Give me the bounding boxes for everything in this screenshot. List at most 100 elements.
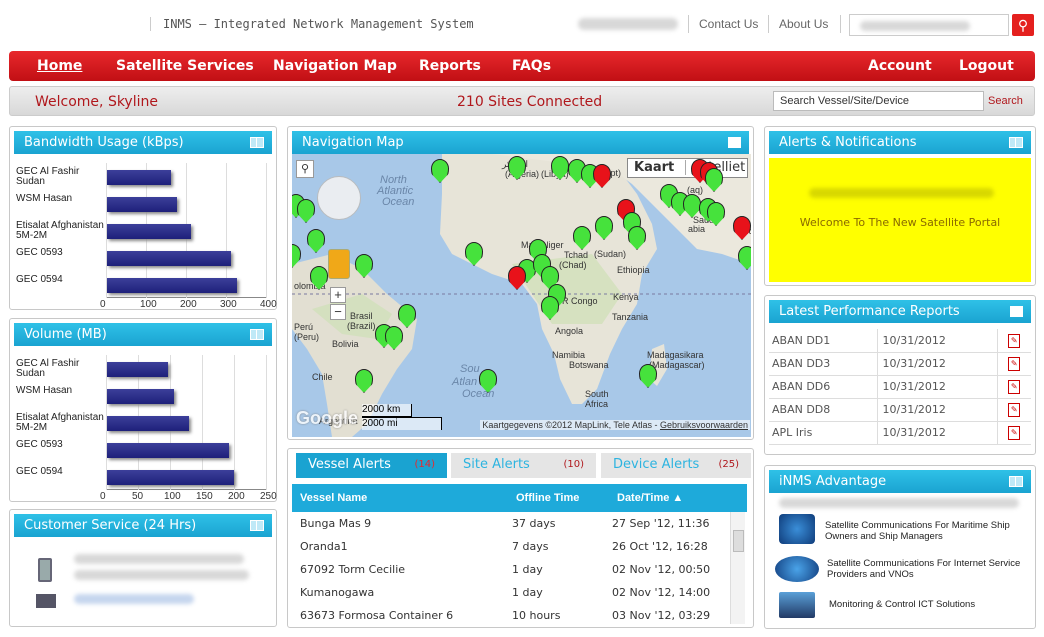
scrollbar[interactable] xyxy=(730,512,745,624)
bar[interactable] xyxy=(107,278,237,293)
email-blurred[interactable] xyxy=(74,594,194,604)
cell-vessel-name: Bunga Mas 9 xyxy=(300,517,372,530)
cell-report-date: 10/31/2012 xyxy=(877,398,998,422)
table-row[interactable]: ABAN DD1 10/31/2012 ✎ xyxy=(769,329,1031,353)
gridline xyxy=(234,355,235,490)
bar-label: GEC 0593 xyxy=(16,247,63,258)
nav-navigation-map[interactable]: Navigation Map xyxy=(273,58,397,74)
nav-logout[interactable]: Logout xyxy=(959,58,1014,74)
welcome-bar: Welcome, Skyline 210 Sites Connected Sea… xyxy=(9,86,1035,116)
phone-blurred xyxy=(74,554,244,564)
nav-faqs[interactable]: FAQs xyxy=(512,58,551,74)
pdf-icon[interactable]: ✎ xyxy=(997,352,1031,376)
tab-device-alerts[interactable]: Device Alerts (25) xyxy=(601,453,751,478)
volume-chart: 0 50 100 150 200 250 GEC Al Fashir Sudan WSM Ha… xyxy=(14,351,277,502)
table-row[interactable]: ABAN DD8 10/31/2012 ✎ xyxy=(769,398,1031,422)
bar[interactable] xyxy=(107,389,175,404)
about-us-link[interactable]: About Us xyxy=(779,17,828,31)
vessel-search-input[interactable]: Search Vessel/Site/Device xyxy=(773,91,984,111)
nav-home[interactable]: Home xyxy=(37,58,82,74)
table-row[interactable]: Oranda1 7 days 26 Oct '12, 16:28 xyxy=(292,535,730,558)
bar-label: Etisalat Afghanistan 5M-2M xyxy=(16,412,104,433)
zoom-in-button[interactable]: + xyxy=(330,287,346,303)
bar[interactable] xyxy=(107,197,177,212)
advantage-panel: iNMS Advantage Satellite Communications … xyxy=(764,465,1036,629)
bar[interactable] xyxy=(107,170,171,185)
map-place-label: Botswana xyxy=(569,360,609,370)
notification-message: Welcome To The New Satellite Portal xyxy=(799,216,1001,229)
bar[interactable] xyxy=(107,224,191,239)
table-row[interactable]: 67092 Torm Cecilie 1 day 02 Nov '12, 00:50 xyxy=(292,558,730,581)
bar[interactable] xyxy=(107,470,234,485)
system-title: INMS – Integrated Network Management Sys… xyxy=(150,17,474,31)
tab-label: Site Alerts xyxy=(463,457,530,472)
alerts-table: Bunga Mas 9 37 days 27 Sep '12, 11:36 Orand… xyxy=(292,512,730,627)
expand-icon[interactable] xyxy=(1009,476,1023,487)
nav-account[interactable]: Account xyxy=(868,58,932,74)
table-row[interactable]: ABAN DD6 10/31/2012 ✎ xyxy=(769,375,1031,399)
bandwidth-panel: Bandwidth Usage (kBps) 0 100 200 300 400 GEC … xyxy=(9,126,277,310)
column-vessel-name[interactable]: Vessel Name xyxy=(300,492,367,504)
cell-date-time: 26 Oct '12, 16:28 xyxy=(612,540,708,553)
pdf-icon[interactable]: ✎ xyxy=(997,375,1031,399)
column-date-time[interactable]: Date/Time ▲ xyxy=(617,492,683,504)
advantage-item[interactable]: Satellite Communications For Maritime Sh… xyxy=(825,520,1025,542)
performance-panel: Latest Performance Reports ABAN DD1 10/31… xyxy=(764,295,1036,455)
map-canvas[interactable]: ⚲ + − Kaart Satelliet North Atlantic Ocean… xyxy=(292,154,751,437)
alerts-panel: Vessel Alerts (14) Site Alerts (10) Device… xyxy=(287,448,754,628)
cell-offline-time: 1 day xyxy=(512,563,543,576)
panel-title: iNMS Advantage xyxy=(779,474,887,489)
cell-date-time: 02 Nov '12, 14:00 xyxy=(612,586,711,599)
scrollbar-thumb[interactable] xyxy=(733,530,744,552)
customer-service-panel: Customer Service (24 Hrs) xyxy=(9,509,277,627)
maximize-icon[interactable] xyxy=(728,137,741,148)
tab-label: Device Alerts xyxy=(613,457,700,472)
map-place-label: South xyxy=(585,389,609,399)
expand-icon[interactable] xyxy=(250,137,264,148)
map-place-label: Africa xyxy=(585,399,609,409)
scale-km: 2000 km xyxy=(362,404,412,417)
contact-us-link[interactable]: Contact Us xyxy=(699,17,758,31)
advantage-item[interactable]: Satellite Communications For Internet Se… xyxy=(827,558,1027,580)
bar[interactable] xyxy=(107,251,231,266)
pdf-icon[interactable]: ✎ xyxy=(997,421,1031,445)
zoom-out-button[interactable]: − xyxy=(330,304,346,320)
map-attribution: Kaartgegevens ©2012 MapLink, Tele Atlas … xyxy=(480,420,750,430)
table-row[interactable]: 63673 Formosa Container 6 10 hours 03 Nov … xyxy=(292,604,730,627)
column-offline-time[interactable]: Offline Time xyxy=(516,492,579,504)
vessel-search-button[interactable]: Search xyxy=(988,95,1023,107)
tab-site-alerts[interactable]: Site Alerts (10) xyxy=(451,453,596,478)
advantage-header: iNMS Advantage xyxy=(769,470,1031,493)
bar[interactable] xyxy=(107,416,189,431)
table-row[interactable]: Bunga Mas 9 37 days 27 Sep '12, 11:36 xyxy=(292,512,730,535)
cell-vessel-name: Oranda1 xyxy=(300,540,348,553)
pdf-icon[interactable]: ✎ xyxy=(997,398,1031,422)
bar-label: Etisalat Afghanistan 5M-2M xyxy=(16,220,104,241)
terms-link[interactable]: Gebruiksvoorwaarden xyxy=(660,420,748,430)
nav-reports[interactable]: Reports xyxy=(419,58,481,74)
isp-icon xyxy=(775,556,819,582)
search-icon[interactable]: ⚲ xyxy=(1012,14,1034,36)
tab-vessel-alerts[interactable]: Vessel Alerts (14) xyxy=(296,453,447,478)
cell-report-name: ABAN DD8 xyxy=(769,398,878,422)
zoom-search-icon[interactable]: ⚲ xyxy=(296,160,314,178)
pan-control[interactable] xyxy=(317,176,361,220)
maritime-icon xyxy=(779,514,815,544)
expand-icon[interactable] xyxy=(1009,137,1023,148)
panel-title: Volume (MB) xyxy=(24,327,107,342)
pdf-icon[interactable]: ✎ xyxy=(997,329,1031,353)
tick-label: 300 xyxy=(220,299,237,310)
expand-icon[interactable] xyxy=(250,520,264,531)
table-row[interactable]: Kumanogawa 1 day 02 Nov '12, 14:00 xyxy=(292,581,730,604)
table-row[interactable]: ABAN DD3 10/31/2012 ✎ xyxy=(769,352,1031,376)
maximize-icon[interactable] xyxy=(1010,306,1023,317)
table-row[interactable]: APL Iris 10/31/2012 ✎ xyxy=(769,421,1031,445)
nav-satellite-services[interactable]: Satellite Services xyxy=(116,58,254,74)
top-search-input[interactable] xyxy=(849,14,1009,36)
bar[interactable] xyxy=(107,362,168,377)
expand-icon[interactable] xyxy=(250,329,264,340)
advantage-item[interactable]: Monitoring & Control ICT Solutions xyxy=(829,599,1029,610)
map-type-kaart[interactable]: Kaart xyxy=(634,160,674,175)
street-view-pegman-icon[interactable] xyxy=(328,249,350,279)
bar[interactable] xyxy=(107,443,229,458)
